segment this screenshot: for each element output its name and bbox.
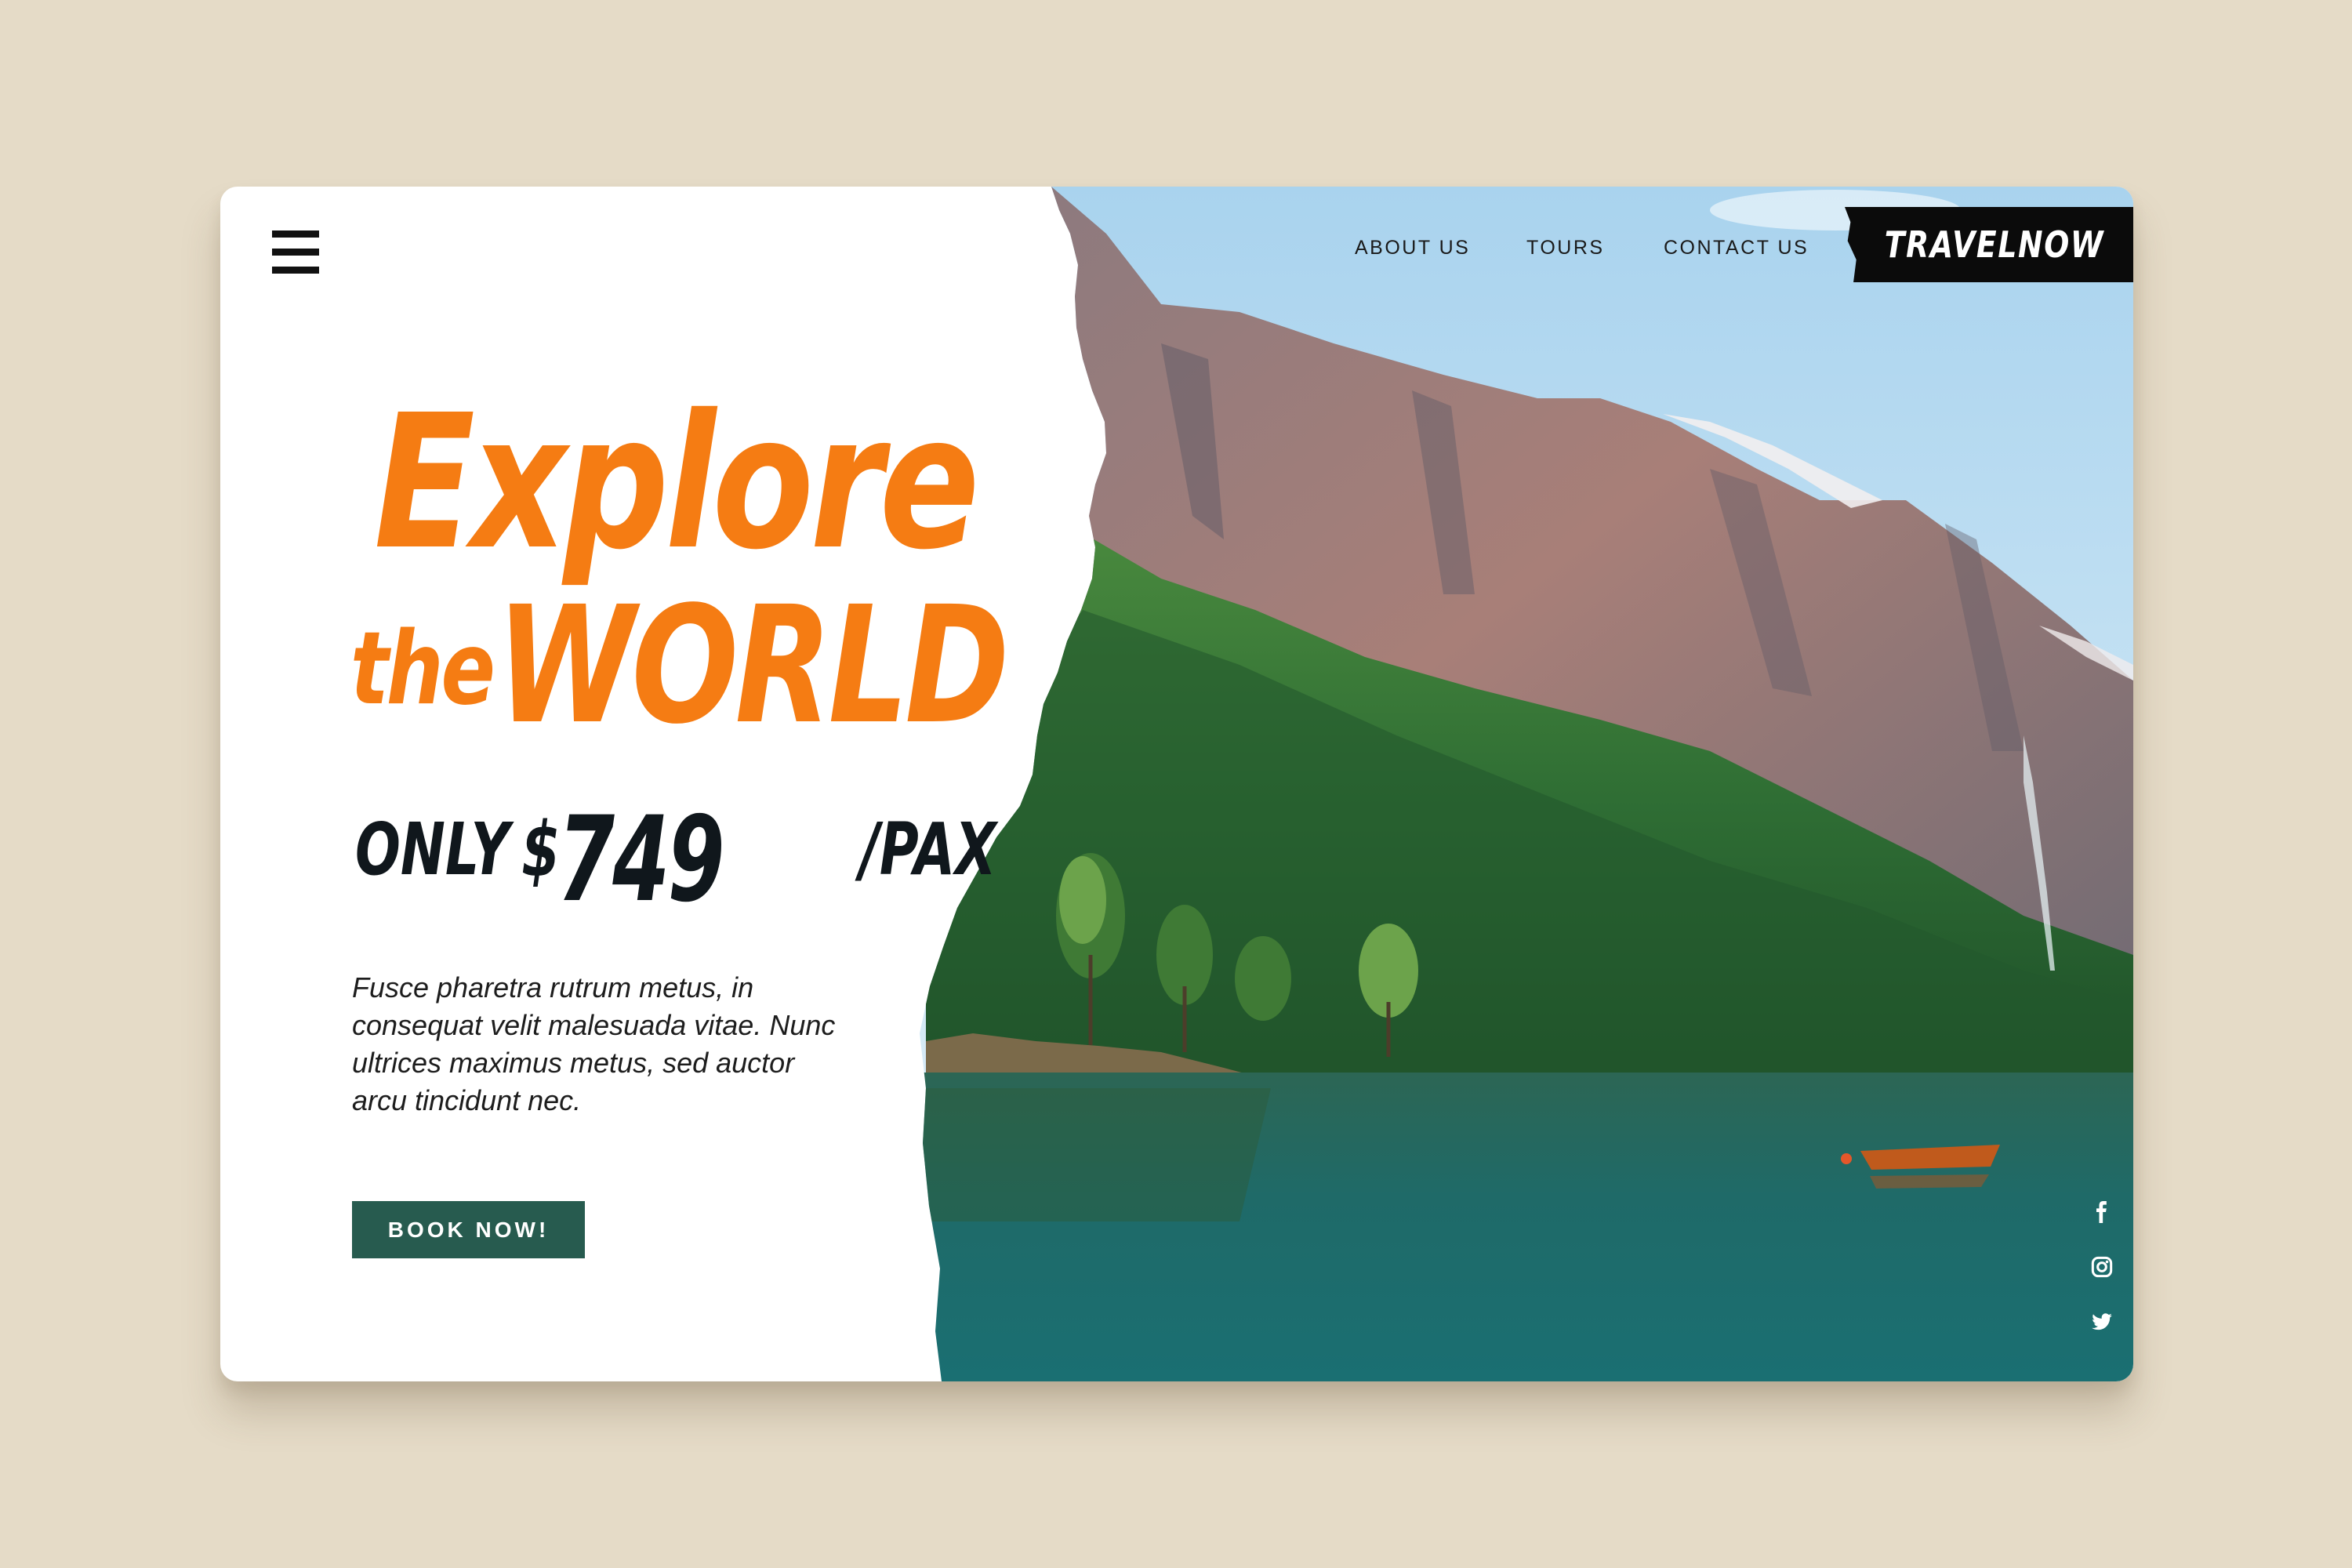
brand-logo[interactable]: TRAVELNOW bbox=[1845, 207, 2133, 282]
twitter-icon[interactable] bbox=[2086, 1306, 2118, 1338]
nav-contact-us[interactable]: CONTACT US bbox=[1664, 232, 1809, 263]
price-unit: /PAX bbox=[860, 808, 996, 891]
price-only: ONLY bbox=[355, 808, 510, 891]
nav-tours[interactable]: TOURS bbox=[1526, 232, 1605, 263]
headline-world: WORLD bbox=[496, 572, 1010, 760]
brand-name: TRAVELNOW bbox=[1884, 223, 2105, 266]
menu-bar bbox=[272, 267, 319, 274]
price-amount: 749 bbox=[557, 792, 725, 928]
headline-the: the bbox=[350, 611, 495, 728]
instagram-icon[interactable] bbox=[2086, 1251, 2118, 1283]
facebook-icon[interactable] bbox=[2086, 1196, 2118, 1228]
landing-card: ABOUT US TOURS CONTACT US TRAVELNOW Expl… bbox=[220, 187, 2133, 1381]
book-now-button[interactable]: BOOK NOW! bbox=[352, 1201, 585, 1258]
price-currency: $ bbox=[521, 806, 561, 894]
hero-description: Fusce pharetra rutrum metus, in consequa… bbox=[352, 971, 836, 1116]
nav-about-us[interactable]: ABOUT US bbox=[1355, 232, 1470, 263]
top-nav: ABOUT US TOURS CONTACT US bbox=[220, 232, 2133, 263]
headline-explore: Explore bbox=[374, 375, 980, 590]
